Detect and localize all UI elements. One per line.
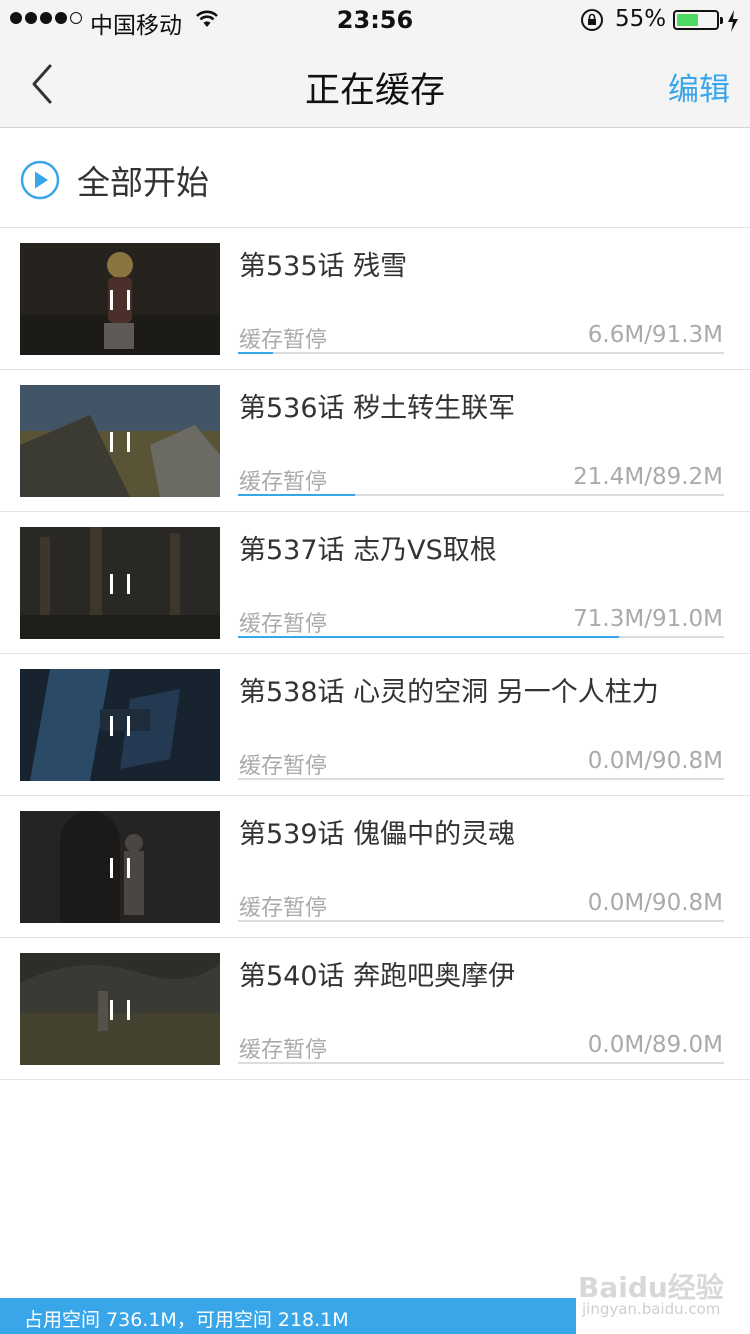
storage-footer: 占用空间 736.1M，可用空间 218.1M (0, 1298, 576, 1334)
download-list: 第535话 残雪 缓存暂停 6.6M/91.3M 第536话 秽土转生联军 缓存… (0, 228, 750, 1080)
progress-bar (238, 778, 724, 780)
baidu-watermark-logo: Baidu经验 jingyan.baidu.com (576, 1262, 750, 1334)
episode-title: 第537话 志乃VS取根 (239, 535, 497, 566)
pause-icon (110, 432, 130, 452)
watermark-url: jingyan.baidu.com (582, 1300, 721, 1318)
episode-title: 第538话 心灵的空洞 另一个人柱力 (239, 677, 659, 708)
pause-icon (110, 574, 130, 594)
episode-title: 第540话 奔跑吧奥摩伊 (239, 961, 516, 992)
download-status: 缓存暂停 (239, 612, 328, 637)
list-item[interactable]: 第538话 心灵的空洞 另一个人柱力 缓存暂停 0.0M/90.8M (0, 654, 750, 796)
download-status: 缓存暂停 (239, 328, 328, 353)
download-status: 缓存暂停 (239, 470, 328, 495)
progress-bar (238, 636, 724, 638)
pause-icon (110, 1000, 130, 1020)
pause-icon (110, 716, 130, 736)
progress-bar (238, 494, 724, 496)
list-item[interactable]: 第539话 傀儡中的灵魂 缓存暂停 0.0M/90.8M (0, 796, 750, 938)
episode-thumbnail (20, 243, 220, 355)
download-status: 缓存暂停 (239, 754, 328, 779)
episode-title: 第539话 傀儡中的灵魂 (239, 819, 516, 850)
edit-button[interactable]: 编辑 (668, 64, 730, 109)
episode-title: 第535话 残雪 (239, 251, 408, 282)
download-size: 0.0M/89.0M (587, 1032, 723, 1058)
episode-thumbnail (20, 811, 220, 923)
page-title: 正在缓存 (304, 71, 445, 111)
download-size: 0.0M/90.8M (587, 748, 723, 774)
progress-fill (238, 352, 273, 354)
download-size: 0.0M/90.8M (587, 890, 723, 916)
download-size: 6.6M/91.3M (587, 322, 723, 348)
download-size: 21.4M/89.2M (573, 464, 723, 490)
episode-thumbnail (20, 527, 220, 639)
list-item[interactable]: 第537话 志乃VS取根 缓存暂停 71.3M/91.0M (0, 512, 750, 654)
list-item[interactable]: 第540话 奔跑吧奥摩伊 缓存暂停 0.0M/89.0M (0, 938, 750, 1080)
download-status: 缓存暂停 (239, 1038, 328, 1063)
progress-fill (238, 494, 355, 496)
status-bar: 中国移动 23:56 55% (0, 0, 750, 40)
download-size: 71.3M/91.0M (573, 606, 723, 632)
progress-bar (238, 352, 724, 354)
pause-icon (110, 290, 130, 310)
progress-bar (238, 1062, 724, 1064)
charging-bolt-icon (726, 9, 740, 37)
episode-thumbnail (20, 953, 220, 1065)
episode-title: 第536话 秽土转生联军 (239, 393, 516, 424)
start-all-row[interactable]: 全部开始 (0, 128, 750, 228)
battery-percent: 55% (615, 6, 667, 32)
battery-level (677, 14, 698, 26)
episode-thumbnail (20, 385, 220, 497)
storage-info: 占用空间 736.1M，可用空间 218.1M (24, 1309, 349, 1331)
start-all-label: 全部开始 (77, 163, 209, 202)
pause-icon (110, 858, 130, 878)
top-bar: 中国移动 23:56 55% 正在缓存 编辑 (0, 0, 750, 128)
progress-fill (238, 636, 619, 638)
battery-icon (673, 10, 723, 30)
download-status: 缓存暂停 (239, 896, 328, 921)
list-item[interactable]: 第536话 秽土转生联军 缓存暂停 21.4M/89.2M (0, 370, 750, 512)
episode-thumbnail (20, 669, 220, 781)
list-item[interactable]: 第535话 残雪 缓存暂停 6.6M/91.3M (0, 228, 750, 370)
play-circle-icon[interactable] (20, 160, 60, 200)
progress-bar (238, 920, 724, 922)
rotation-lock-icon (580, 8, 604, 36)
